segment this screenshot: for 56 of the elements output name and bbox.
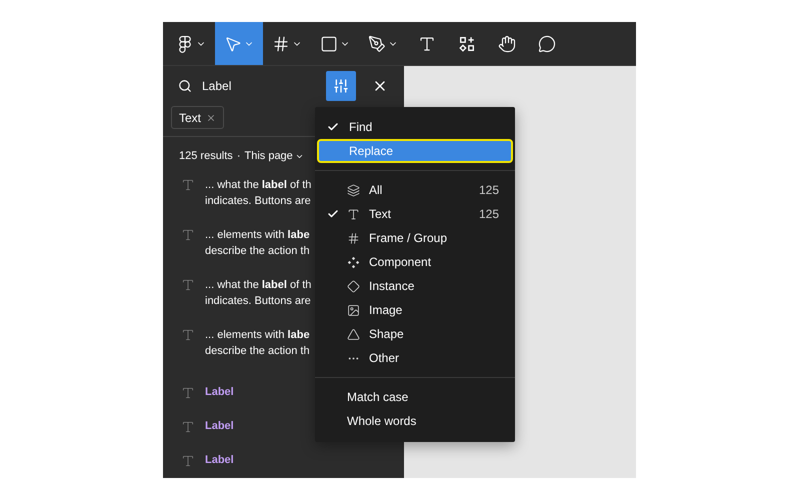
text-icon [418,34,436,52]
layers-icon [347,184,360,196]
remove-icon[interactable] [206,112,216,122]
pen-icon [368,34,386,52]
shapes-icon [458,34,476,52]
text-layer-icon [181,454,195,468]
sliders-icon [333,78,349,94]
frame-icon [347,232,360,244]
pointer-icon [224,34,242,52]
text-layer-icon [181,278,195,292]
menu-item[interactable]: Instance [319,274,511,298]
text-layer-icon [181,328,195,342]
text-layer-icon [181,228,195,242]
menu-item[interactable]: Shape [319,322,511,346]
filter-button[interactable] [326,71,356,101]
chip-label: Text [179,110,202,126]
text-layer-icon [181,386,195,400]
search-field[interactable]: Label [202,77,316,95]
result-name[interactable]: Label [205,452,234,468]
result-name[interactable]: Label [205,418,234,434]
text-icon [347,208,360,220]
triangle-icon [347,328,360,340]
text-layer-icon [181,178,195,192]
search-icon [178,79,192,93]
check-icon [327,208,339,220]
hand-icon [498,34,516,52]
menu-item[interactable]: Image [319,298,511,322]
filter-chip[interactable]: Text [171,106,224,129]
menu-item[interactable]: Frame / Group [319,226,511,250]
menu-item[interactable]: Match case [319,385,511,409]
results-count: 125 results [179,148,233,164]
count-label: 125 [478,182,499,199]
menu-item[interactable]: Replace [317,139,513,163]
result-name[interactable]: Label [205,384,234,400]
scope-dropdown[interactable]: This page [244,148,304,164]
text-layer-icon [181,420,195,434]
image-icon [347,304,360,316]
comment-icon [538,34,556,52]
separator: · [236,148,240,164]
menu-item[interactable]: Component [319,250,511,274]
menu-item[interactable]: Find [317,115,513,139]
menu-item[interactable]: Text 125 [319,202,511,226]
result-snippet[interactable]: ... elements with labe describe the action th [205,327,310,375]
check-icon [327,121,339,133]
menu-item[interactable]: Whole words [319,409,511,433]
figma-logo-icon [176,34,194,52]
count-label: 125 [478,206,499,223]
component-icon [347,256,360,268]
menu-item[interactable]: Other [319,346,511,370]
square-icon [320,34,338,52]
result-snippet[interactable]: ... what the label of th indicates. Buttons are [205,277,312,325]
result-snippet[interactable]: ... elements with labe describe the action th [205,227,310,275]
diamond-icon [347,280,360,292]
menu-item[interactable]: All 125 [319,178,511,202]
frame-icon [272,34,290,52]
result-snippet[interactable]: ... what the label of th indicates. Buttons are [205,177,312,225]
